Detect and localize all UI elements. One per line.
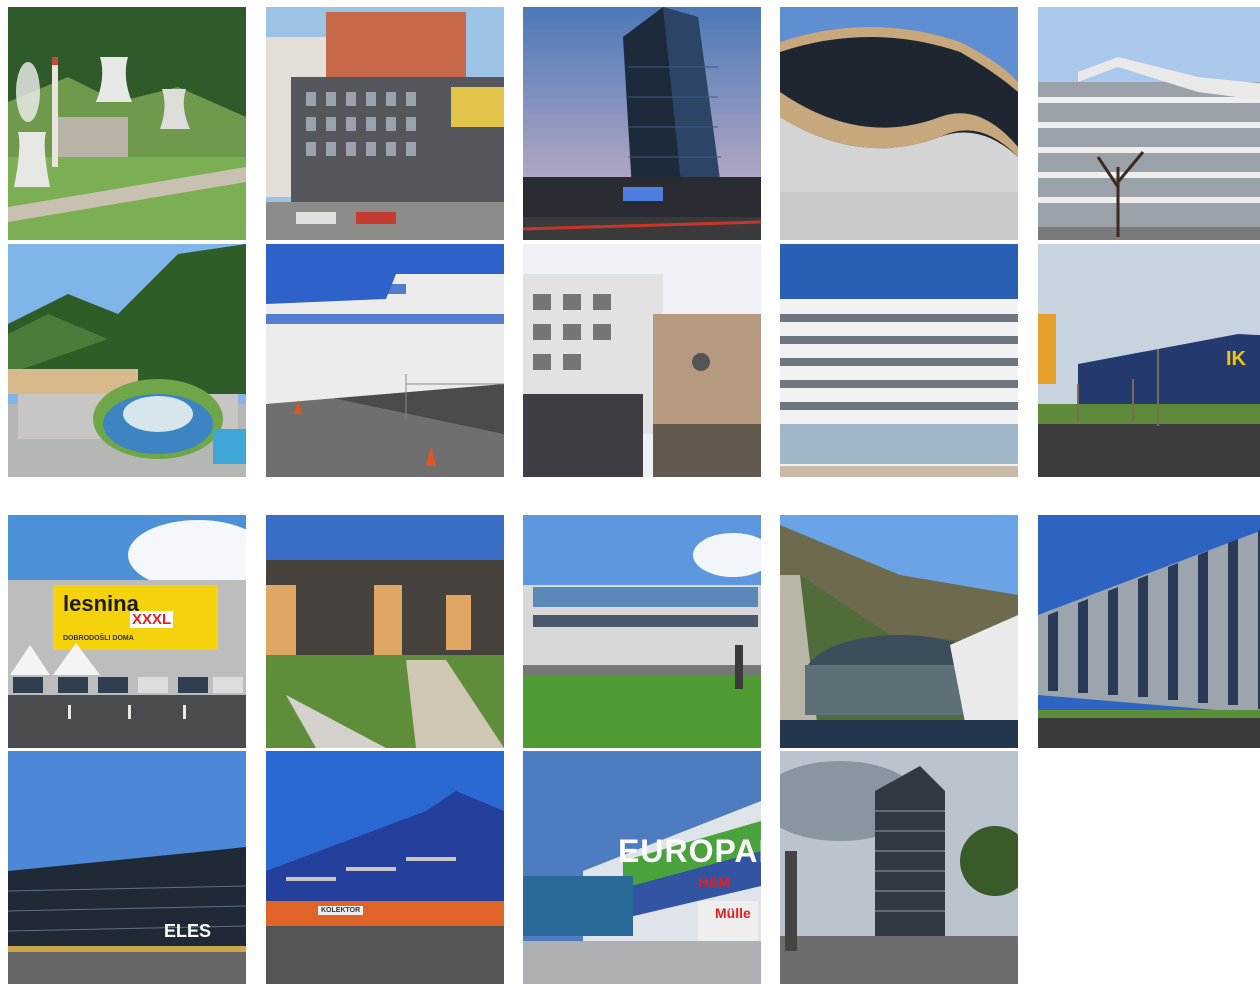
hm-sign: H&M <box>698 874 730 890</box>
lesnina-sign: lesnina <box>63 591 139 616</box>
photo-white-industrial-hall <box>266 244 504 477</box>
photo-high-rise-tower <box>780 751 1018 984</box>
photo-wavy-arena <box>780 7 1018 240</box>
photo-eles-office: ELES <box>8 751 246 984</box>
muller-sign: Mülle <box>715 905 751 921</box>
photo-lesnina-store: lesnina XXXL DOBRODOŠLI DOMA <box>8 515 246 748</box>
dobrodosli-sign: DOBRODOŠLI DOMA <box>63 635 134 642</box>
eles-sign: ELES <box>164 921 212 941</box>
photo-ikea-store: IK <box>1038 244 1260 477</box>
photo-ski-jump-building <box>780 515 1018 748</box>
ikea-sign: IK <box>1226 348 1246 370</box>
photo-apartments-balconies <box>1038 7 1260 240</box>
photo-curved-white-residential <box>780 244 1018 477</box>
photo-residential-orange <box>266 7 504 240</box>
europark-sign: EUROPARK <box>618 833 761 869</box>
photo-wooden-facade-residential <box>266 515 504 748</box>
photo-spa-resort <box>8 244 246 477</box>
photo-kolektor-blue-hall: KOLEKTOR <box>266 751 504 984</box>
photo-glass-faculty <box>523 515 761 748</box>
xxxl-sign: XXXL <box>130 611 174 628</box>
photo-power-plant <box>8 7 246 240</box>
photo-office-buildings-beige <box>523 244 761 477</box>
photo-europark-mall: EUROPARK H&M Mülle <box>523 751 761 984</box>
photo-stripe-facade <box>1038 515 1260 748</box>
kolektor-sign: KOLEKTOR <box>318 906 364 915</box>
photo-glass-tower-dusk <box>523 7 761 240</box>
